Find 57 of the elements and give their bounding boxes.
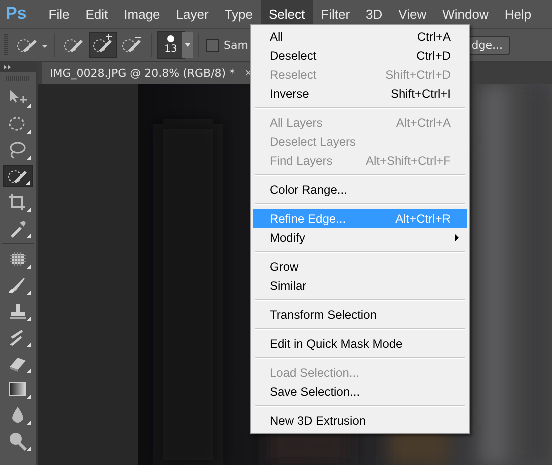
shortcut-text: Ctrl+D [416,48,451,62]
shortcut-text: Alt+Ctrl+A [396,116,451,130]
shortcut-text: Ctrl+A [417,30,451,44]
menu-option[interactable]: Save Selection... [253,382,467,401]
menu-option[interactable]: Similar [253,276,467,295]
add-brush-icon[interactable] [89,32,117,58]
menu-option-label: New 3D Extrusion [270,414,366,428]
menu-option[interactable]: Color Range... [253,180,467,199]
menu-option-label: Edit in Quick Mask Mode [270,336,403,350]
menu-option[interactable]: Grow [253,257,467,276]
menu-option[interactable]: Modify [253,228,467,247]
menu-option-label: All Layers [270,116,323,130]
expand-icon[interactable] [4,64,12,70]
menu-option-label: Deselect Layers [270,134,356,148]
menu-option-label: Transform Selection [270,308,377,322]
brush-size-picker[interactable]: 13 [157,31,185,59]
menu-option-label: Save Selection... [270,384,360,398]
menu-option-label: Load Selection... [270,366,360,380]
brush-size-value: 13 [164,44,178,55]
menu-option-label: Color Range... [270,182,348,196]
menu-option[interactable]: Edit in Quick Mask Mode [253,334,467,353]
menu-option[interactable]: Deselect Ctrl+D [253,46,467,65]
shortcut-text: Alt+Ctrl+R [396,212,451,226]
menu-item[interactable]: Layer [168,0,217,28]
caret-icon [184,43,190,47]
menu-option-label: Reselect [270,68,317,82]
quick-select-tool-icon[interactable] [3,165,33,187]
shortcut-text: Shift+Ctrl+D [386,68,451,82]
menu-option-label: Refine Edge... [270,212,346,226]
menu-option-label: All [270,30,284,44]
menu-option-label: Grow [270,260,299,274]
menu-option[interactable]: New 3D Extrusion [253,411,467,430]
menu-option-label: Find Layers [270,154,333,168]
menu-item[interactable]: Type [216,0,262,28]
menu-item[interactable]: Edit [78,0,116,28]
checkbox[interactable] [206,38,219,52]
menu-item[interactable]: Image [116,0,168,28]
shortcut-text: Shift+Ctrl+I [390,86,451,100]
menu-option[interactable]: Inverse Shift+Ctrl+I [253,84,467,103]
menu-item[interactable]: Help [496,0,540,28]
menu-item[interactable]: 3D [358,0,391,28]
menu-option-label: Similar [270,278,307,292]
menu-item[interactable]: View [390,0,435,28]
menu-item[interactable]: Window [434,0,497,28]
menu-item[interactable]: Filter [313,0,358,28]
menu-option[interactable]: Transform Selection [253,305,467,324]
menu-option[interactable]: All Ctrl+A [253,27,467,46]
menu-option-label: Deselect [270,48,317,62]
shortcut-text: Alt+Shift+Ctrl+F [366,154,451,168]
app-logo: Ps [6,4,27,24]
dropdown-button[interactable] [182,32,193,58]
menu-option-label: Inverse [270,86,310,100]
menu-option-label: Modify [270,230,306,244]
checkbox-label: Sam [224,38,248,52]
brush-tip-icon [167,35,175,43]
menu-item[interactable]: File [40,0,78,28]
document-title: IMG_0028.JPG @ 20.8% (RGB/8) * [50,66,236,80]
